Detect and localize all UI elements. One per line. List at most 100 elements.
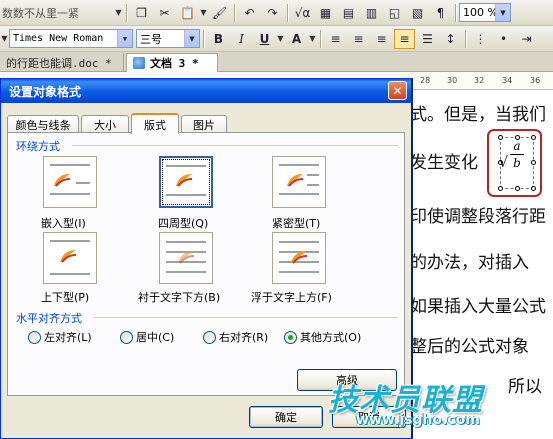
text-line	[279, 193, 319, 195]
toolbar-separator	[126, 3, 127, 22]
wrap-square-option[interactable]	[159, 156, 213, 208]
radio-circle[interactable]	[203, 330, 216, 344]
wrap-picture-icon	[176, 174, 193, 187]
chevron-down-icon[interactable]: ▼	[117, 30, 132, 47]
wrap-front-option[interactable]	[272, 232, 326, 284]
toolbar-separator	[287, 3, 288, 22]
char-shading-dropdown-icon[interactable]: ▼	[308, 34, 317, 43]
indent-icon[interactable]: ⇥	[516, 29, 537, 49]
resize-handle[interactable]	[498, 186, 503, 191]
ruler-number: 32	[474, 76, 485, 85]
document-line: 印使调整段落行距	[410, 207, 546, 227]
font-size-value: 三号	[140, 32, 162, 46]
text-line	[166, 194, 206, 196]
wrap-tight-option[interactable]	[272, 156, 326, 208]
watermark-url: www.jsgho.com	[356, 412, 480, 428]
toolbar-separator	[234, 3, 235, 22]
wrap-inline-option[interactable]	[43, 156, 97, 208]
resize-handle[interactable]	[531, 186, 536, 191]
align-left-icon[interactable]: ≡	[325, 29, 346, 49]
underline-dropdown-icon[interactable]: ▼	[276, 34, 285, 43]
wrap-square-label[interactable]: 四周型(Q)	[158, 215, 208, 231]
paste-dropdown-icon[interactable]: ▼	[199, 8, 208, 17]
document-tab-label: 文档 3 *	[150, 57, 199, 70]
font-size-combo[interactable]: 三号 ▼	[136, 29, 200, 48]
char-shading-icon[interactable]: A	[286, 29, 307, 49]
radio-label: 左对齐(L)	[44, 331, 92, 344]
align-other-radio[interactable]: 其他方式(O)	[284, 329, 361, 345]
wrap-behind-option[interactable]	[159, 232, 213, 284]
align-left-radio[interactable]: 左对齐(L)	[28, 329, 92, 345]
zoom-combo[interactable]: 100 % ▼	[459, 3, 511, 22]
font-name-combo[interactable]: Times New Roman ▼	[9, 29, 133, 48]
document-tab-2[interactable]: 文档 3 *	[126, 53, 218, 72]
copy-icon[interactable]: ❐	[131, 3, 152, 23]
align-center-radio[interactable]: 居中(C)	[120, 329, 174, 345]
text-line	[50, 273, 90, 275]
numbering-icon[interactable]: ⋮	[470, 29, 491, 49]
wrap-picture-icon	[60, 250, 77, 263]
show-formatting-icon[interactable]: ¶	[430, 3, 451, 23]
cut-icon[interactable]: ✂	[154, 3, 175, 23]
wrap-topbottom-option[interactable]	[43, 232, 97, 284]
paste-icon[interactable]: 📋	[177, 3, 198, 23]
align-right-icon[interactable]: ≡	[371, 29, 392, 49]
text-line	[279, 164, 319, 166]
text-line	[50, 240, 90, 242]
wrap-front-label[interactable]: 浮于文字上方(F)	[251, 289, 332, 305]
tab-label: 版式	[144, 118, 166, 132]
resize-handle[interactable]	[531, 160, 536, 165]
wrap-topbottom-label[interactable]: 上下型(P)	[41, 289, 89, 305]
document-tab-bar: 的行距也能调.doc * 文档 3 *	[0, 52, 553, 72]
tab-label: 图片	[193, 119, 215, 132]
columns-icon[interactable]: ▥	[361, 3, 382, 23]
drawing-icon[interactable]: ◱	[384, 3, 405, 23]
layout-tab-panel: 环绕方式 嵌入型(I) 四周型(Q) 紧密型(T) 上下型(P) 衬于文字下方(…	[7, 132, 405, 396]
resize-handle[interactable]	[531, 135, 536, 140]
toolbar-separator	[203, 29, 204, 48]
dialog-title: 设置对象格式	[9, 84, 82, 99]
justify-icon[interactable]: ≡	[394, 28, 415, 49]
close-icon[interactable]: ✕	[388, 81, 407, 100]
insert-excel-icon[interactable]: ▤	[338, 3, 359, 23]
align-center-icon[interactable]: ≡	[348, 29, 369, 49]
underline-icon[interactable]: U	[254, 29, 275, 49]
dialog-title-bar[interactable]: 设置对象格式 ✕	[1, 79, 411, 103]
text-line	[307, 174, 319, 176]
distributed-icon[interactable]: ☰	[417, 29, 438, 49]
bold-icon[interactable]: B	[208, 29, 229, 49]
document-line: 式。但是，当我们	[410, 105, 546, 125]
wrap-inline-label[interactable]: 嵌入型(I)	[41, 215, 86, 231]
radio-label: 其他方式(O)	[300, 331, 362, 344]
tab-layout[interactable]: 版式	[131, 113, 179, 134]
radio-circle[interactable]	[120, 330, 133, 344]
line-spacing-icon[interactable]: ↕	[440, 29, 461, 49]
ruler-number: 34	[502, 76, 513, 85]
standard-toolbar: 数数不从里一紧 ▼ ❐ ✂ 📋 ▼ 🖌 ↶ ↷ √α ▦ ▤ ▥ ◱ ▧ ¶ 1…	[0, 0, 553, 26]
equation-icon[interactable]: √α	[292, 3, 313, 23]
wrap-behind-label[interactable]: 衬于文字下方(B)	[138, 289, 220, 305]
italic-icon[interactable]: I	[231, 29, 252, 49]
undo-icon[interactable]: ↶	[239, 3, 260, 23]
toolbar-dropdown-icon[interactable]: ▼	[0, 34, 9, 43]
document-tab-1[interactable]: 的行距也能调.doc *	[0, 53, 124, 72]
toolbar-separator	[455, 3, 456, 22]
align-right-radio[interactable]: 右对齐(R)	[203, 329, 268, 345]
bullets-icon[interactable]: •	[493, 29, 514, 49]
format-painter-icon[interactable]: 🖌	[209, 3, 230, 23]
chevron-down-icon[interactable]: ▼	[184, 30, 199, 47]
insert-table-icon[interactable]: ▦	[315, 3, 336, 23]
text-line	[166, 165, 206, 167]
chevron-down-icon[interactable]: ▼	[495, 4, 510, 21]
document-map-icon[interactable]: ▧	[407, 3, 428, 23]
ok-button[interactable]: 确定	[249, 406, 323, 428]
toolbar-dropdown-icon[interactable]: ▼	[114, 8, 123, 17]
wrap-tight-label[interactable]: 紧密型(T)	[272, 215, 320, 231]
radio-circle[interactable]	[284, 330, 297, 344]
toolbar-separator	[465, 29, 466, 48]
redo-icon[interactable]: ↷	[262, 3, 283, 23]
text-line	[279, 241, 319, 243]
resize-handle[interactable]	[515, 186, 520, 191]
wrap-picture-icon	[54, 174, 71, 187]
radio-circle[interactable]	[28, 330, 41, 344]
